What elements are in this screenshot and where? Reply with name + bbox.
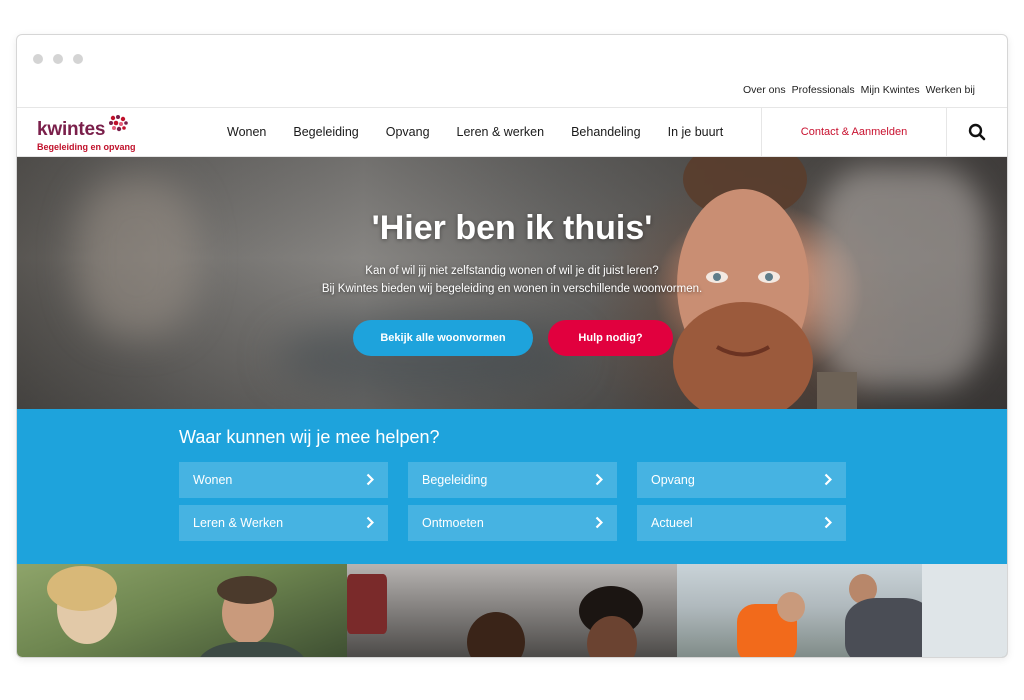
photo-workers-outdoors[interactable] [676,564,1007,657]
chevron-right-icon [824,473,832,486]
photo-strip [17,564,1007,657]
help-tile-actueel[interactable]: Actueel [637,505,846,541]
site-header: kwintes Begeleiding en opvang Wonen Bege… [17,107,1007,157]
window-chrome [17,35,1007,81]
help-tile-label: Leren & Werken [193,516,284,530]
help-tile-label: Ontmoeten [422,516,484,530]
help-tile-label: Begeleiding [422,473,488,487]
utility-link-mijn-kwintes[interactable]: Mijn Kwintes [861,84,920,96]
help-tile-label: Opvang [651,473,695,487]
hulp-nodig-button[interactable]: Hulp nodig? [548,320,673,356]
logo-wordmark: kwintes [37,119,106,140]
help-tile-opvang[interactable]: Opvang [637,462,846,498]
nav-item-opvang[interactable]: Opvang [386,125,430,139]
utility-link-over-ons[interactable]: Over ons [743,84,786,96]
chevron-right-icon [824,516,832,529]
hero-title: 'Hier ben ik thuis' [371,209,653,247]
utility-link-werken-bij[interactable]: Werken bij [926,84,975,96]
help-tile-label: Wonen [193,473,233,487]
search-icon [968,123,986,141]
hero-background-shape [77,177,197,337]
browser-window: Over ons Professionals Mijn Kwintes Werk… [16,34,1008,658]
help-tile-wonen[interactable]: Wonen [179,462,388,498]
photo-group-outdoors[interactable] [347,564,677,657]
nav-item-wonen[interactable]: Wonen [227,125,266,139]
window-dot-maximize[interactable] [73,54,83,64]
nav-item-behandeling[interactable]: Behandeling [571,125,641,139]
utility-nav: Over ons Professionals Mijn Kwintes Werk… [743,84,975,96]
nav-item-leren-werken[interactable]: Leren & werken [457,125,545,139]
hero-subtitle-line-1: Kan of wil jij niet zelfstandig wonen of… [365,265,659,277]
search-button[interactable] [947,108,1007,156]
photo-two-people-talking[interactable] [17,564,348,657]
chevron-right-icon [595,516,603,529]
chevron-right-icon [595,473,603,486]
hero-banner: 'Hier ben ik thuis' Kan of wil jij niet … [17,157,1007,409]
nav-item-in-je-buurt[interactable]: In je buurt [668,125,724,139]
help-tile-begeleiding[interactable]: Begeleiding [408,462,617,498]
help-tile-leren-werken[interactable]: Leren & Werken [179,505,388,541]
bekijk-woonvormen-button[interactable]: Bekijk alle woonvormen [353,320,533,356]
logo-tagline: Begeleiding en opvang [37,142,136,152]
help-tile-ontmoeten[interactable]: Ontmoeten [408,505,617,541]
chevron-right-icon [366,516,374,529]
logo-dots-icon [109,115,128,132]
chevron-right-icon [366,473,374,486]
help-tile-label: Actueel [651,516,693,530]
window-dot-close[interactable] [33,54,43,64]
help-section: Waar kunnen wij je mee helpen? Wonen Beg… [17,409,1007,564]
logo[interactable]: kwintes Begeleiding en opvang [37,114,147,154]
contact-aanmelden-link[interactable]: Contact & Aanmelden [761,108,947,156]
utility-link-professionals[interactable]: Professionals [792,84,855,96]
main-nav: Wonen Begeleiding Opvang Leren & werken … [227,108,750,156]
help-section-title: Waar kunnen wij je mee helpen? [179,427,440,447]
window-dot-minimize[interactable] [53,54,63,64]
hero-subtitle-line-2: Bij Kwintes bieden wij begeleiding en wo… [321,283,703,295]
nav-item-begeleiding[interactable]: Begeleiding [293,125,358,139]
